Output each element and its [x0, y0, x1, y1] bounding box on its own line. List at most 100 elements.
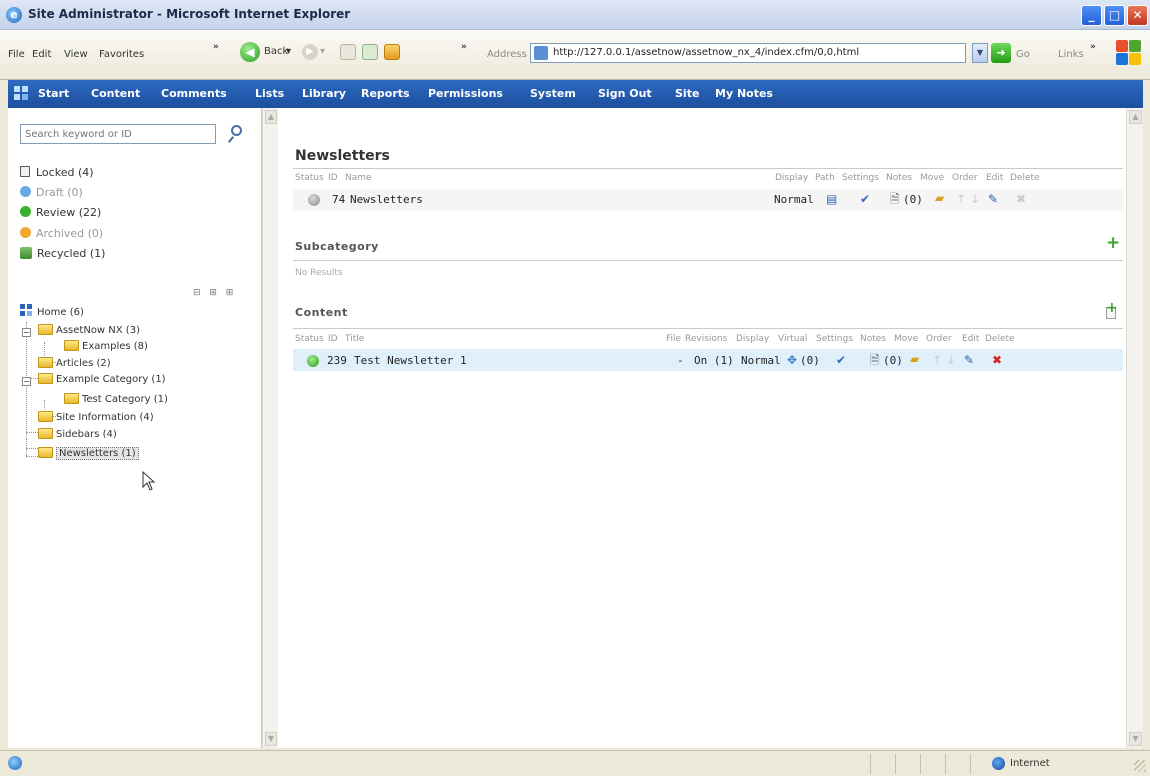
forward-dropdown-icon[interactable]: ▾ [320, 46, 325, 57]
edit-pencil-icon[interactable]: ✎ [988, 193, 998, 205]
status-archived[interactable]: Archived (0) [20, 227, 103, 240]
divider [920, 754, 921, 774]
tree-item-label: Sidebars (4) [56, 429, 117, 440]
settings-check-icon[interactable]: ✔ [860, 193, 870, 205]
status-review[interactable]: Review (22) [20, 206, 101, 219]
col-file: File [666, 334, 682, 344]
menu-favorites[interactable]: Favorites [99, 49, 144, 60]
go-label[interactable]: Go [1016, 49, 1030, 60]
nav-content[interactable]: Content [91, 87, 140, 100]
tree-item-example-category[interactable]: Example Category (1) [38, 373, 166, 385]
home-tree-icon [20, 304, 33, 317]
menu-view[interactable]: View [64, 49, 88, 60]
tree-item-site-information[interactable]: Site Information (4) [38, 411, 154, 423]
nav-system[interactable]: System [530, 87, 576, 100]
maximize-button[interactable]: □ [1104, 5, 1125, 26]
move-folder-icon[interactable]: ▰ [910, 353, 919, 365]
refresh-icon[interactable] [362, 44, 378, 60]
add-subcategory-button[interactable]: + [1105, 235, 1121, 252]
menu-overflow-chevron-icon[interactable]: » [213, 42, 219, 52]
status-draft[interactable]: Draft (0) [20, 186, 83, 199]
forward-button[interactable]: ▶ [302, 44, 318, 60]
nav-sign-out[interactable]: Sign Out [598, 87, 652, 100]
row-title[interactable]: Test Newsletter 1 [354, 354, 467, 367]
address-url: http://127.0.0.1/assetnow/assetnow_nx_4/… [553, 47, 860, 58]
folder-icon [38, 357, 53, 368]
scroll-down-arrow-icon[interactable]: ▼ [265, 732, 277, 746]
notes-icon[interactable]: 🗎 [870, 354, 880, 366]
move-folder-icon[interactable]: ▰ [935, 192, 944, 204]
scroll-down-arrow-icon[interactable]: ▼ [1129, 732, 1142, 746]
address-dropdown-icon[interactable]: ▼ [972, 43, 988, 63]
home-page-icon[interactable] [384, 44, 400, 60]
nav-start[interactable]: Start [38, 87, 69, 100]
tree-item-label: Newsletters (1) [56, 447, 139, 460]
path-icon[interactable]: ▤ [826, 193, 837, 205]
search-icon[interactable] [227, 124, 245, 144]
nav-lists[interactable]: Lists [255, 87, 284, 100]
tree-item-assetnow-nx[interactable]: AssetNow NX (3) [38, 324, 140, 336]
edit-pencil-icon[interactable]: ✎ [964, 354, 974, 366]
status-draft-label: Draft (0) [36, 186, 83, 199]
nav-my-notes[interactable]: My Notes [715, 87, 773, 100]
nav-reports[interactable]: Reports [361, 87, 410, 100]
tree-line [26, 448, 38, 449]
virtual-icon[interactable]: ✥ [787, 354, 797, 366]
address-bar[interactable]: http://127.0.0.1/assetnow/assetnow_nx_4/… [530, 43, 966, 63]
scroll-up-arrow-icon[interactable]: ▲ [265, 110, 277, 124]
resize-grip[interactable] [1134, 760, 1146, 772]
tree-item-label: Examples (8) [82, 341, 148, 352]
col-virtual: Virtual [778, 334, 808, 344]
tree-item-examples[interactable]: Examples (8) [64, 340, 148, 352]
tree-collapse-toggle[interactable]: − [22, 377, 31, 386]
nav-comments[interactable]: Comments [161, 87, 227, 100]
menu-edit[interactable]: Edit [32, 49, 51, 60]
window-titlebar: e Site Administrator - Microsoft Interne… [0, 0, 1150, 30]
go-button[interactable]: ➜ [991, 43, 1011, 63]
tree-home[interactable]: Home (6) [20, 304, 84, 318]
tree-item-test-category[interactable]: Test Category (1) [64, 393, 168, 405]
nav-permissions[interactable]: Permissions [428, 87, 503, 100]
search-field[interactable] [20, 124, 216, 144]
search-input[interactable] [21, 125, 215, 143]
close-button[interactable]: ✕ [1127, 5, 1148, 26]
menu-file[interactable]: File [8, 49, 25, 60]
tree-home-label: Home (6) [37, 307, 84, 318]
col-delete: Delete [1010, 173, 1040, 183]
row-file: - [677, 354, 684, 367]
tree-item-articles[interactable]: Articles (2) [38, 357, 111, 369]
col-status: Status [295, 173, 324, 183]
col-move: Move [920, 173, 945, 183]
status-recycled[interactable]: Recycled (1) [20, 247, 105, 260]
security-zone-label: Internet [1010, 758, 1050, 769]
tree-controls[interactable]: ⊟ ⊞ ⊞ [193, 288, 236, 298]
sidebar-scrollbar[interactable]: ▲ ▼ [262, 108, 278, 748]
col-id: ID [328, 173, 338, 183]
page-icon [534, 46, 548, 60]
tree-line [26, 432, 38, 433]
main-scrollbar[interactable]: ▲ ▼ [1126, 108, 1143, 748]
nav-library[interactable]: Library [302, 87, 346, 100]
divider [293, 260, 1123, 261]
delete-icon[interactable]: ✖ [992, 354, 1002, 366]
minimize-button[interactable]: _ [1081, 5, 1102, 26]
nav-site[interactable]: Site [675, 87, 699, 100]
toolbar-overflow-chevron-icon[interactable]: » [461, 42, 467, 52]
scroll-up-arrow-icon[interactable]: ▲ [1129, 110, 1142, 124]
tree-item-newsletters[interactable]: Newsletters (1) [38, 447, 139, 460]
links-label[interactable]: Links [1058, 49, 1084, 60]
row-name[interactable]: Newsletters [350, 193, 423, 206]
add-content-button[interactable]: + [1103, 300, 1119, 320]
tree-item-sidebars[interactable]: Sidebars (4) [38, 428, 117, 440]
notes-icon[interactable]: 🗎 [890, 193, 900, 205]
status-locked[interactable]: Locked (4) [20, 166, 94, 179]
back-dropdown-icon[interactable]: ▾ [286, 46, 291, 57]
row-revisions[interactable]: On (1) [694, 354, 734, 367]
col-edit: Edit [986, 173, 1004, 183]
links-chevron-icon[interactable]: » [1090, 42, 1096, 52]
stop-icon[interactable] [340, 44, 356, 60]
tree-collapse-toggle[interactable]: − [22, 328, 31, 337]
settings-check-icon[interactable]: ✔ [836, 354, 846, 366]
row-id: 239 [327, 354, 347, 367]
no-results-text: No Results [295, 268, 343, 278]
